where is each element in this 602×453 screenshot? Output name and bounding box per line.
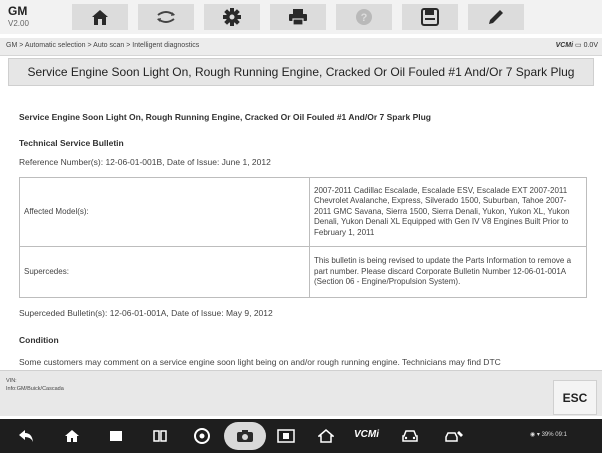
home-button[interactable] [72, 4, 128, 30]
print-button[interactable] [270, 4, 326, 30]
settings-icon [223, 8, 241, 26]
breadcrumb: GM > Automatic selection > Auto scan > I… [6, 42, 200, 49]
svg-text:?: ? [361, 12, 368, 24]
condition-heading: Condition [19, 335, 59, 345]
car-service-icon [445, 431, 463, 442]
edit-button[interactable] [468, 4, 524, 30]
print-icon [289, 9, 307, 26]
browser-button[interactable] [190, 427, 214, 445]
vehicle-info: Info:GM/Buick/Cascada [6, 386, 64, 392]
diagnostics-home-button[interactable] [314, 427, 338, 445]
home-icon [92, 10, 108, 25]
recent-apps-icon [110, 431, 122, 441]
system-status: ◉ ▾ 39% 09:1 [530, 431, 567, 438]
bulletin-table: Affected Model(s): 2007-2011 Cadillac Es… [19, 177, 587, 298]
page-title: Service Engine Soon Light On, Rough Runn… [27, 65, 575, 79]
screen-record-icon [277, 429, 295, 443]
table-cell-label: Affected Model(s): [19, 177, 310, 247]
table-row: Supercedes: This bulletin is being revis… [19, 246, 587, 298]
recent-apps-button[interactable] [104, 427, 128, 445]
table-cell-value: 2007-2011 Cadillac Escalade, Escalade ES… [309, 177, 587, 247]
esc-button[interactable]: ESC [553, 380, 597, 415]
bulletin-heading: Service Engine Soon Light On, Rough Runn… [19, 112, 431, 122]
browser-icon [194, 428, 210, 444]
car-icon [402, 430, 418, 442]
bulletin-type: Technical Service Bulletin [19, 138, 124, 148]
app-name: GM [8, 4, 28, 18]
split-screen-icon [153, 430, 167, 442]
vehicle-swap-button[interactable] [138, 4, 194, 30]
help-button[interactable]: ? [336, 4, 392, 30]
camera-icon [237, 430, 253, 442]
back-button[interactable] [14, 427, 38, 445]
edit-icon [489, 10, 503, 24]
reference-numbers: Reference Number(s): 12-06-01-001B, Date… [19, 157, 271, 167]
remote-expert-button[interactable] [440, 427, 468, 445]
vehicle-swap-icon [157, 11, 175, 23]
vcm-status: VCMi ▭ 0.0V [556, 41, 598, 49]
battery-time: 39% 09:1 [541, 432, 567, 438]
vin-label: VIN: [6, 378, 17, 384]
screen-record-button[interactable] [274, 427, 298, 445]
breadcrumb-bar: GM > Automatic selection > Auto scan > I… [0, 38, 602, 56]
signal-icon: ◉ ▾ [530, 432, 540, 438]
table-cell-value: This bulletin is being revised to update… [309, 246, 587, 298]
diagnostics-home-icon [318, 429, 334, 443]
back-icon [19, 430, 33, 442]
settings-button[interactable] [204, 4, 260, 30]
save-icon [421, 8, 439, 26]
vcm-nav-button[interactable]: VCMi [354, 429, 379, 440]
table-cell-label: Supercedes: [19, 246, 310, 298]
home-nav-button[interactable] [60, 427, 84, 445]
vehicle-info-footer: VIN: Info:GM/Buick/Cascada [0, 370, 602, 416]
top-toolbar: GM V2.00 ? [0, 0, 602, 34]
split-screen-button[interactable] [148, 427, 172, 445]
table-row: Affected Model(s): 2007-2011 Cadillac Es… [19, 177, 587, 247]
page-title-bar: Service Engine Soon Light On, Rough Runn… [8, 58, 594, 86]
system-nav-bar: VCMi [0, 419, 602, 453]
battery-icon: ▭ [575, 42, 582, 49]
bulletin-content[interactable]: Service Engine Soon Light On, Rough Runn… [0, 90, 602, 368]
save-button[interactable] [402, 4, 458, 30]
vcm-voltage: 0.0V [583, 42, 598, 49]
screenshot-button[interactable] [224, 422, 266, 450]
vehicle-menu-button[interactable] [398, 427, 422, 445]
condition-text: Some customers may comment on a service … [19, 357, 501, 367]
home-nav-icon [65, 430, 79, 442]
superseded-bulletins: Superceded Bulletin(s): 12-06-01-001A, D… [19, 308, 273, 318]
vcm-label: VCMi [555, 42, 574, 49]
app-version: V2.00 [8, 19, 29, 28]
help-icon: ? [356, 9, 372, 25]
